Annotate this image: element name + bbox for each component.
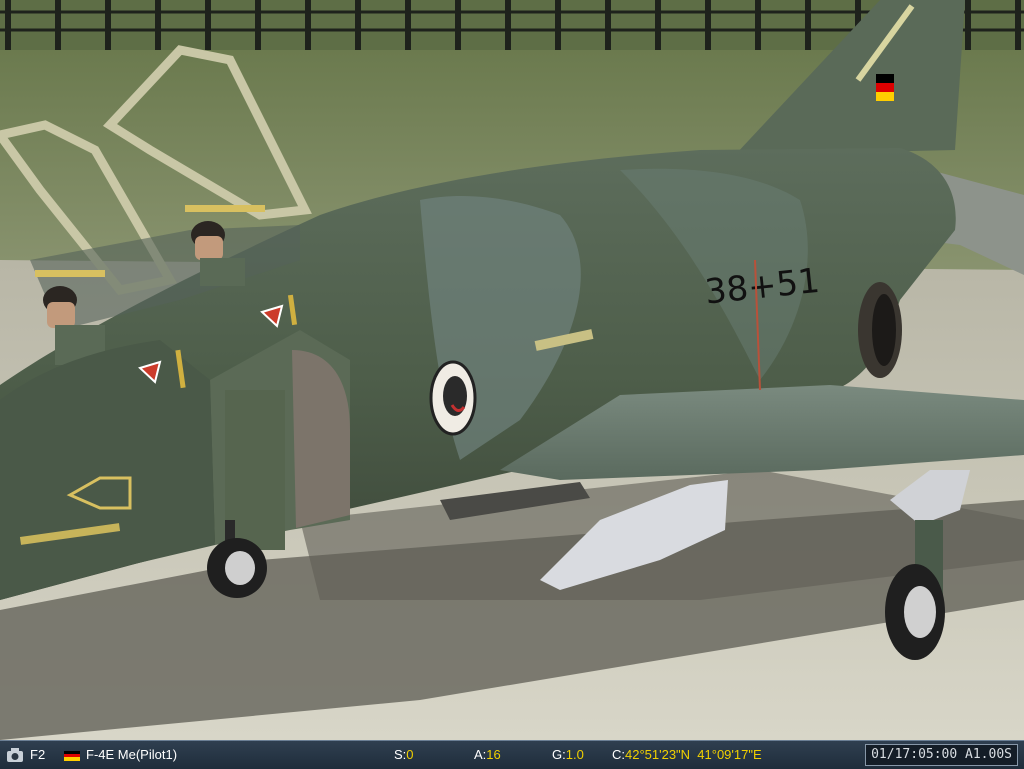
coords-value: 42°51'23"N 41°09'17"E [625,747,762,762]
status-bar: F2 F-4E Me(Pilot1) S:0 A:16 G:1.0 C:42°5… [0,740,1024,769]
altitude-value: 16 [486,747,501,762]
view-key-label: F2 [30,747,46,762]
speed-readout: S:0 [394,741,414,769]
speed-value: 0 [406,747,414,762]
altitude-label: A: [474,747,487,762]
g-value: 1.0 [565,747,584,762]
mission-clock: 01/17:05:00 A1.00S [865,744,1018,766]
game-viewport[interactable]: 38+51 [0,0,1024,740]
aircraft-label: F-4E Me(Pilot1) [86,747,178,762]
speed-label: S: [394,747,407,762]
squadron-badge-icon [429,360,477,436]
scene-render: 38+51 [0,0,1024,740]
camera-icon[interactable] [6,746,24,764]
g-label: G: [552,747,566,762]
coords-label: C: [612,747,625,762]
coordinates-readout: C:42°51'23"N 41°09'17"E [612,741,762,769]
g-readout: G:1.0 [552,741,584,769]
germany-flag-icon [64,750,80,761]
altitude-readout: A:16 [474,741,501,769]
aircraft-identity: F-4E Me(Pilot1) [64,741,177,769]
tail-flag-icon [876,74,894,101]
